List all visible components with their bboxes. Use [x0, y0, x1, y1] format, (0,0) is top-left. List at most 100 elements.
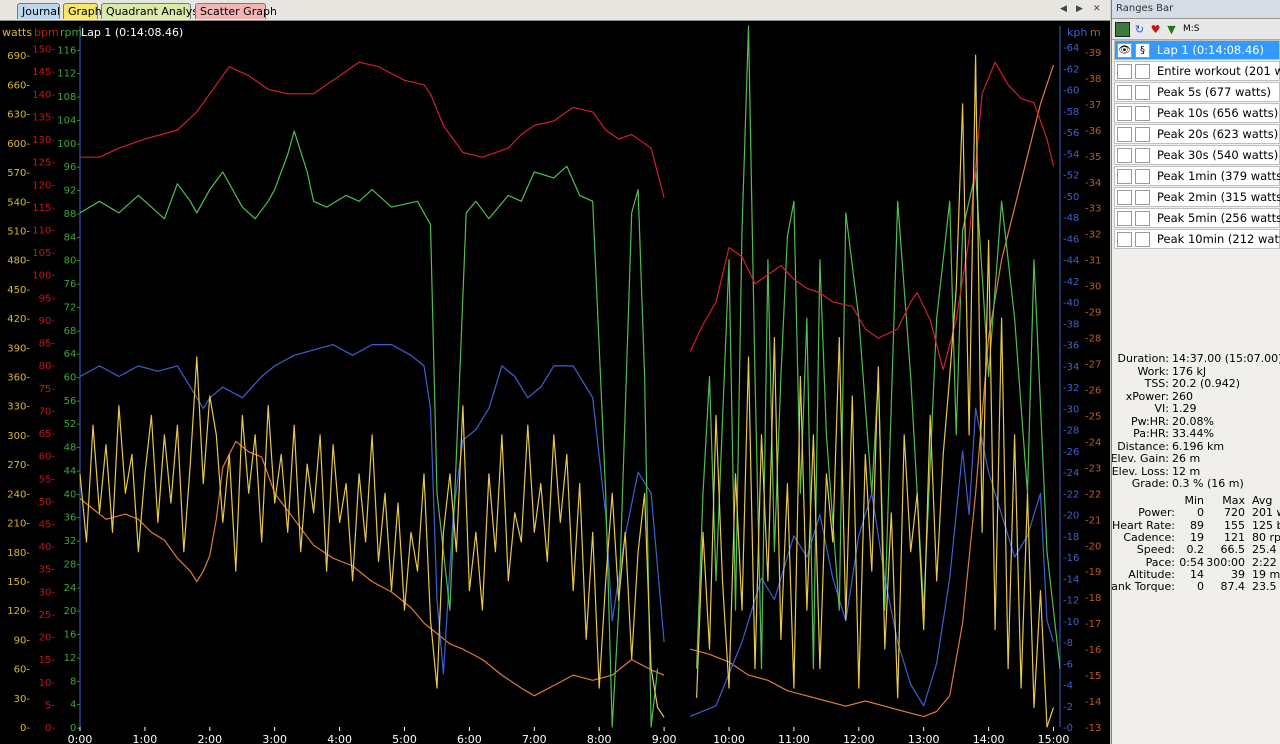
scroll-next-icon[interactable]: ▶	[1076, 4, 1083, 14]
ranges-bar-title: Ranges Bar	[1112, 0, 1280, 19]
m-tick: -38	[1085, 74, 1101, 85]
range-item[interactable]: Peak 2min (315 watts)	[1114, 187, 1280, 207]
m-tick: -39	[1085, 48, 1101, 59]
range-item[interactable]: Peak 10s (656 watts)	[1114, 103, 1280, 123]
eye-icon[interactable]: 👁	[1117, 43, 1132, 58]
graph-chart[interactable]: watts bpm rpm kph m Lap 1 (0:14:08.46) 0- 30- 60…	[0, 21, 1110, 744]
bpm-tick: 125-	[32, 158, 55, 169]
x-tick-label: 0:00	[68, 733, 93, 744]
bpm-tick: 55-	[39, 474, 56, 485]
lock-checkbox[interactable]	[1135, 232, 1150, 247]
kph-tick: -24	[1063, 468, 1079, 479]
range-item[interactable]: Entire workout (201 watts)	[1114, 61, 1280, 81]
summary-row: TSS: 20.2 (0.942)	[1112, 377, 1280, 390]
range-item-label: Peak 10min (212 watts)	[1157, 232, 1280, 246]
bpm-tick: 5-	[45, 700, 55, 711]
down-arrow-icon[interactable]: ▼	[1165, 23, 1178, 36]
lock-checkbox[interactable]	[1135, 211, 1150, 226]
range-item[interactable]: Peak 30s (540 watts)	[1114, 145, 1280, 165]
stats-header-cell: Max	[1222, 494, 1245, 507]
series-line-cadence	[79, 130, 659, 728]
range-item[interactable]: Peak 5s (677 watts)	[1114, 82, 1280, 102]
m-tick: -23	[1085, 463, 1101, 474]
tab-quadrant-analysis[interactable]: Quadrant Analysis	[101, 3, 207, 19]
rpm-tick: 92-	[64, 186, 81, 197]
visibility-checkbox[interactable]	[1117, 106, 1132, 121]
rpm-tick: 104-	[57, 115, 80, 126]
visibility-checkbox[interactable]	[1117, 127, 1132, 142]
ranges-toolbar: ↻ ♥ ▼ M:S	[1112, 19, 1280, 40]
heart-icon[interactable]: ♥	[1149, 23, 1162, 36]
tab-graph[interactable]: Graph	[63, 3, 102, 19]
stats-cell: 155	[1224, 518, 1245, 532]
kph-tick: -48	[1063, 213, 1079, 224]
time-format-toggle[interactable]: M:S	[1183, 24, 1200, 34]
m-tick: -36	[1085, 126, 1101, 137]
range-item-label: Peak 1min (379 watts)	[1157, 169, 1280, 183]
x-tick-label: 12:00	[843, 733, 875, 744]
range-item[interactable]: 👁 § Lap 1 (0:14:08.46)	[1114, 40, 1280, 60]
refresh-icon[interactable]: ↻	[1133, 23, 1146, 36]
summary-row: Duration: 14:37.00 (15:07.00)	[1112, 352, 1280, 365]
kph-tick: -58	[1063, 107, 1079, 118]
summary-row: Elev. Loss: 12 m	[1112, 465, 1280, 478]
series-line-power	[696, 54, 1055, 728]
visibility-checkbox[interactable]	[1117, 211, 1132, 226]
m-tick: -29	[1085, 308, 1101, 319]
range-item[interactable]: Peak 10min (212 watts)	[1114, 229, 1280, 249]
x-tick-label: 10:00	[713, 733, 745, 744]
rpm-tick: 108-	[57, 92, 80, 103]
lock-checkbox[interactable]	[1135, 190, 1150, 205]
range-item[interactable]: Peak 20s (623 watts)	[1114, 124, 1280, 144]
rpm-tick: 60-	[64, 373, 81, 384]
visibility-checkbox[interactable]	[1117, 85, 1132, 100]
stats-cell: 25.4 kph	[1252, 543, 1280, 557]
lock-checkbox[interactable]	[1135, 106, 1150, 121]
stats-cell: 66.5	[1220, 543, 1246, 557]
x-tick-label: 6:00	[457, 733, 482, 744]
range-chart-icon[interactable]	[1115, 21, 1130, 37]
rpm-tick: 48-	[64, 443, 81, 454]
x-tick-label: 11:00	[778, 733, 810, 744]
range-item[interactable]: Peak 5min (256 watts)	[1114, 208, 1280, 228]
range-item-label: Entire workout (201 watts)	[1157, 64, 1280, 78]
close-tab-icon[interactable]: ✕	[1093, 4, 1101, 14]
m-tick: -14	[1085, 697, 1101, 708]
stats-row: Cadence: 19 121 80 rpm	[1112, 531, 1280, 544]
scroll-first-icon[interactable]: ◀	[1060, 4, 1067, 14]
bpm-tick: 45-	[39, 519, 56, 530]
kph-tick: -18	[1063, 532, 1079, 543]
lock-checkbox[interactable]	[1135, 64, 1150, 79]
m-tick: -31	[1085, 256, 1101, 267]
lock-checkbox[interactable]	[1135, 85, 1150, 100]
tab-journal[interactable]: Journal	[17, 3, 60, 19]
lock-checkbox[interactable]	[1135, 169, 1150, 184]
visibility-checkbox[interactable]	[1117, 64, 1132, 79]
watts-tick: 300-	[7, 431, 30, 442]
rpm-tick: 68-	[64, 326, 81, 337]
rpm-tick: 36-	[64, 513, 81, 524]
stats-cell: 39	[1231, 567, 1245, 581]
summary-value: 260	[1172, 389, 1193, 403]
range-item-label: Peak 5min (256 watts)	[1157, 211, 1280, 225]
lock-checkbox[interactable]	[1135, 127, 1150, 142]
x-tick-label: 9:00	[652, 733, 677, 744]
stats-row: Crank Torque: 0 87.4 23.5 N-m	[1112, 580, 1280, 593]
m-axis-label: m	[1090, 26, 1101, 39]
bpm-tick: 50-	[39, 497, 56, 508]
lock-icon[interactable]: §	[1135, 43, 1150, 58]
tab-scatter-graph[interactable]: Scatter Graph	[195, 3, 277, 19]
range-item[interactable]: Peak 1min (379 watts)	[1114, 166, 1280, 186]
visibility-checkbox[interactable]	[1117, 190, 1132, 205]
rpm-tick: 116-	[57, 45, 80, 56]
kph-tick: -2	[1063, 702, 1073, 713]
x-tick-label: 15:00	[1038, 733, 1070, 744]
lock-checkbox[interactable]	[1135, 148, 1150, 163]
bpm-tick: 115-	[32, 203, 55, 214]
visibility-checkbox[interactable]	[1117, 232, 1132, 247]
m-tick: -30	[1085, 282, 1101, 293]
visibility-checkbox[interactable]	[1117, 169, 1132, 184]
visibility-checkbox[interactable]	[1117, 148, 1132, 163]
m-tick: -18	[1085, 593, 1101, 604]
summary-value: 12 m	[1172, 464, 1201, 478]
